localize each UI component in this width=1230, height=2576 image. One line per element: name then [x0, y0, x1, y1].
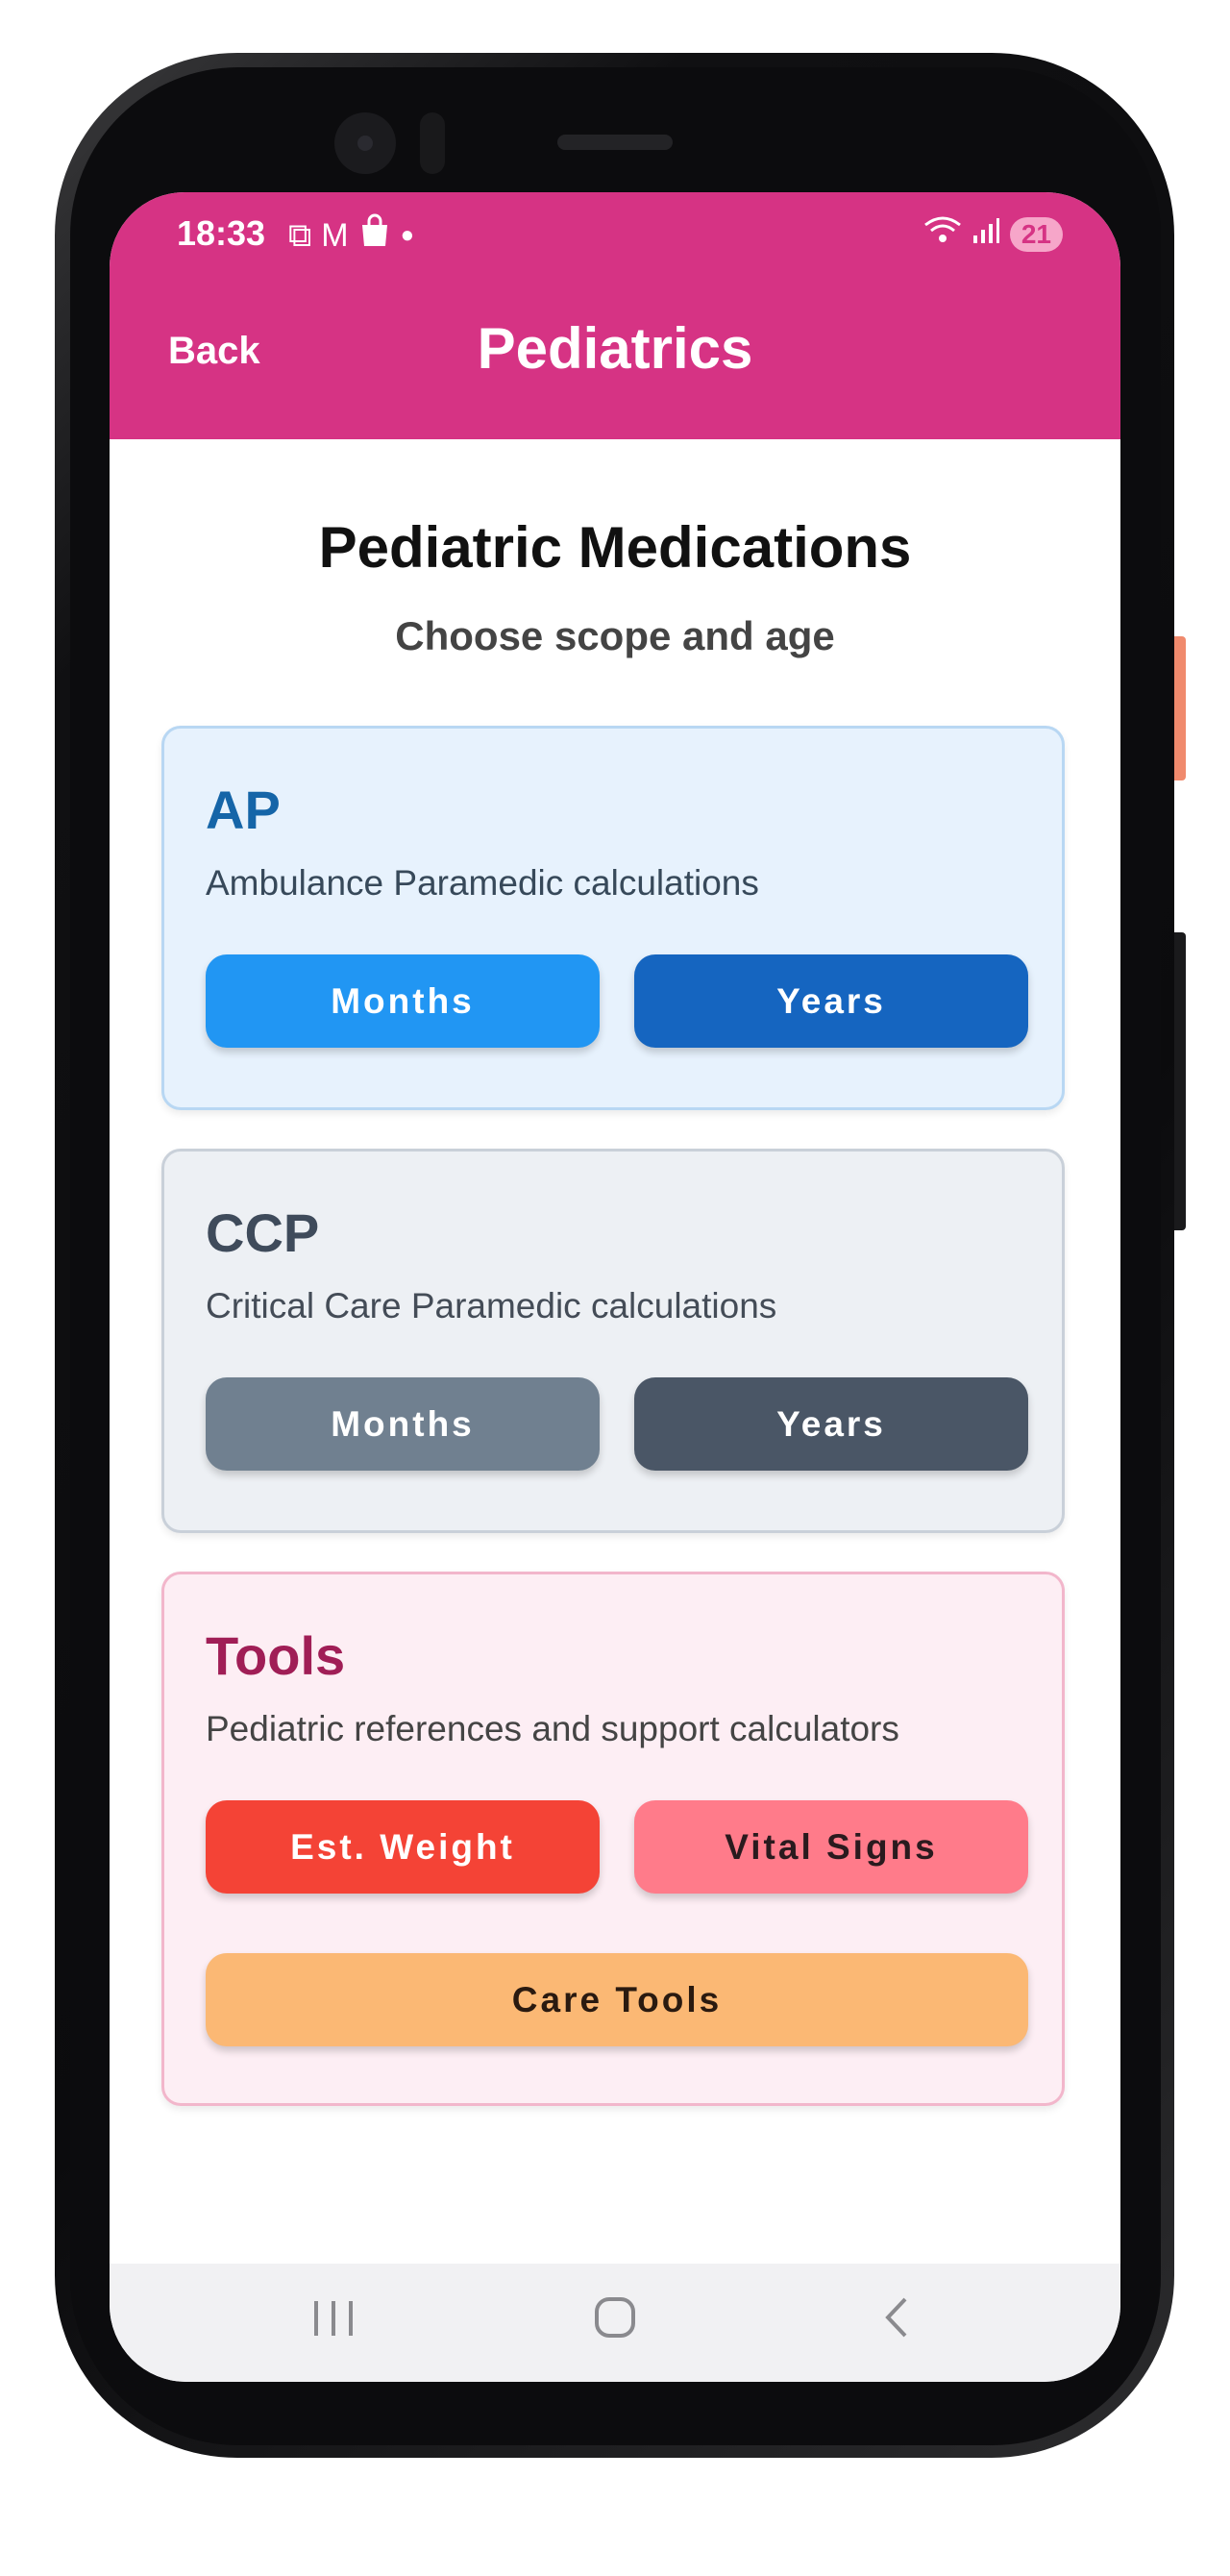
ap-years-button[interactable]: Years [634, 954, 1028, 1048]
ccp-card-description: Critical Care Paramedic calculations [206, 1286, 777, 1325]
system-nav-bar [110, 2264, 1120, 2382]
signal-icon [972, 216, 1000, 253]
tools-card-description: Pediatric references and support calcula… [206, 1709, 899, 1748]
ccp-months-button[interactable]: Months [206, 1377, 600, 1471]
dot-icon: ● [400, 221, 415, 248]
power-button [1174, 636, 1186, 780]
ccp-years-button[interactable]: Years [634, 1377, 1028, 1471]
ap-card-title: AP [206, 780, 281, 840]
device-screen: 18:33 ⧉ M ● 21 Back Pediatrics Pediatric… [110, 192, 1120, 2382]
tools-card: Tools Pediatric references and support c… [161, 1572, 1065, 2106]
care-tools-button[interactable]: Care Tools [206, 1953, 1028, 2046]
proximity-sensor [420, 112, 445, 174]
volume-button [1174, 932, 1186, 1230]
recent-apps-icon[interactable] [311, 2292, 356, 2350]
back-icon[interactable] [880, 2292, 913, 2350]
wifi-icon [923, 215, 962, 254]
system-status: 21 [923, 215, 1063, 254]
gmail-icon: M [321, 216, 349, 254]
tools-card-title: Tools [206, 1625, 346, 1686]
status-time: 18:33 [177, 213, 266, 253]
vital-signs-button[interactable]: Vital Signs [634, 1800, 1028, 1894]
ap-months-button[interactable]: Months [206, 954, 600, 1048]
page-subtitle: Choose scope and age [395, 613, 835, 658]
page-title: Pediatric Medications [318, 515, 912, 580]
earpiece-speaker [557, 135, 673, 150]
battery-icon: 21 [1009, 217, 1063, 252]
app-header: 18:33 ⧉ M ● 21 Back Pediatrics [110, 192, 1120, 439]
header-title: Pediatrics [477, 316, 753, 381]
ccp-card-title: CCP [206, 1202, 320, 1263]
ccp-card: CCP Critical Care Paramedic calculations… [161, 1149, 1065, 1533]
ap-card-description: Ambulance Paramedic calculations [206, 863, 759, 903]
front-camera-icon [334, 112, 396, 174]
notification-icons: ⧉ M ● [288, 213, 414, 257]
ap-card: AP Ambulance Paramedic calculations Mont… [161, 726, 1065, 1110]
home-icon[interactable] [593, 2292, 637, 2350]
est-weight-button[interactable]: Est. Weight [206, 1800, 600, 1894]
shopping-bag-icon [358, 213, 391, 257]
screenshot-icon: ⧉ [288, 216, 312, 254]
